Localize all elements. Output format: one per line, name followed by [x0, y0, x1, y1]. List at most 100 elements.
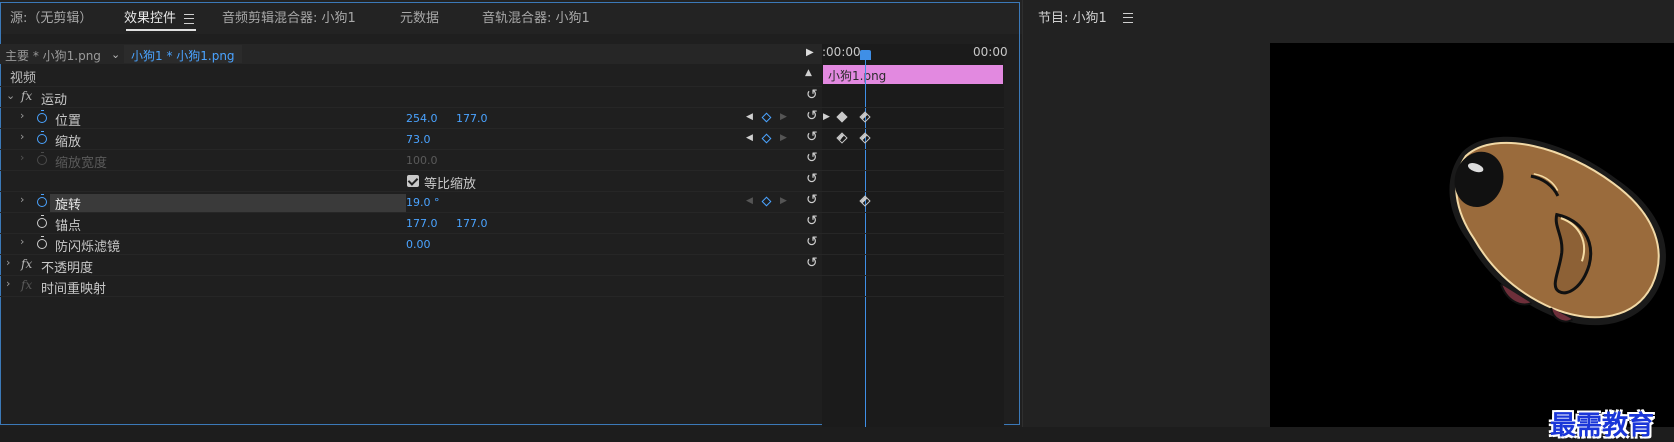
stopwatch-icon[interactable]: [37, 215, 47, 228]
keyframe-marker[interactable]: [859, 132, 871, 144]
collapse-up-icon[interactable]: ▲: [805, 68, 812, 78]
chevron-down-icon[interactable]: ⌄: [111, 48, 120, 61]
active-tab-indicator: [126, 29, 196, 31]
timeline-row: [822, 191, 1004, 213]
scale-label: 缩放: [55, 135, 82, 150]
timeline-start-time: :00:00: [822, 45, 861, 59]
property-row-scale-width: › 缩放宽度 100.0 ↺: [0, 149, 822, 171]
timeline-row: [822, 170, 1004, 192]
stopwatch-icon[interactable]: [37, 131, 47, 144]
show-timeline-toggle-icon[interactable]: ▶: [806, 47, 814, 58]
rotation-value[interactable]: 19.0 °: [406, 196, 440, 209]
current-clip-label[interactable]: 小狗1 * 小狗1.png: [131, 47, 235, 64]
property-row-anchor: 锚点 177.0 177.0 ↺: [0, 212, 822, 234]
property-row-scale: › 缩放 73.0 ◀ ▶ ↺: [0, 128, 822, 150]
uniform-scale-checkbox[interactable]: [407, 175, 419, 187]
fx-icon[interactable]: fx: [21, 257, 32, 271]
stopwatch-icon[interactable]: [37, 194, 47, 207]
section-video-label: 视频: [10, 71, 37, 86]
tab-audio-clip-mixer[interactable]: 音频剪辑混合器: 小狗1: [222, 7, 356, 26]
add-keyframe-icon[interactable]: [761, 133, 772, 144]
reset-icon[interactable]: ↺: [806, 213, 818, 229]
fx-icon[interactable]: fx: [21, 89, 32, 103]
prev-keyframe-icon[interactable]: ◀: [746, 133, 753, 143]
keyframe-marker[interactable]: [859, 195, 871, 207]
timeline-row: [822, 149, 1004, 171]
scale-width-label: 缩放宽度: [55, 156, 108, 171]
next-keyframe-icon[interactable]: ▶: [780, 133, 787, 143]
anti-flicker-value[interactable]: 0.00: [406, 238, 431, 251]
scale-value[interactable]: 73.0: [406, 133, 431, 146]
timeline-end-time: 00:00: [973, 45, 1008, 59]
effect-row-time-remap: › fx 时间重映射: [0, 275, 822, 297]
reset-icon[interactable]: ↺: [806, 192, 818, 208]
scale-width-value: 100.0: [406, 154, 438, 167]
prev-keyframe-icon[interactable]: ◀: [746, 112, 753, 122]
position-y-value[interactable]: 177.0: [456, 112, 488, 125]
chevron-right-icon[interactable]: ›: [6, 277, 10, 290]
timeline-row: [822, 275, 1004, 297]
tab-effect-controls[interactable]: 效果控件: [124, 7, 195, 26]
puppy-image: [1449, 136, 1666, 326]
chevron-right-icon[interactable]: ›: [6, 256, 10, 269]
stopwatch-icon[interactable]: [37, 236, 47, 249]
reset-icon[interactable]: ↺: [806, 129, 818, 145]
watermark-text: 最需教育: [1550, 411, 1655, 441]
anti-flicker-label: 防闪烁滤镜: [55, 240, 121, 255]
master-clip-label[interactable]: 主要 * 小狗1.png: [5, 47, 101, 64]
property-row-rotation: › 旋转 19.0 ° ◀ ▶ ↺: [0, 191, 822, 213]
chevron-right-icon[interactable]: ›: [20, 130, 24, 143]
timeline-row: ▶: [822, 107, 1004, 129]
position-label: 位置: [55, 114, 82, 129]
keyframe-marker[interactable]: [836, 132, 848, 144]
program-video-frame[interactable]: [1270, 43, 1674, 427]
timeline-row: [822, 212, 1004, 234]
chevron-right-icon[interactable]: ›: [20, 193, 24, 206]
chevron-right-icon[interactable]: ›: [20, 109, 24, 122]
next-keyframe-icon[interactable]: ▶: [780, 196, 787, 206]
playhead-handle[interactable]: [860, 50, 871, 60]
chevron-down-icon[interactable]: ⌄: [6, 89, 15, 102]
tab-metadata[interactable]: 元数据: [400, 7, 439, 26]
anchor-label: 锚点: [55, 219, 82, 234]
tab-track-mixer[interactable]: 音轨混合器: 小狗1: [482, 7, 590, 26]
next-keyframe-icon[interactable]: ▶: [780, 112, 787, 122]
effect-row-motion: ⌄ fx 运动 ↺: [0, 86, 822, 108]
reset-icon[interactable]: ↺: [806, 255, 818, 271]
timeline-row: [822, 86, 1004, 108]
keyframe-arrow-icon: ▶: [823, 112, 830, 122]
chevron-right-icon: ›: [20, 151, 25, 164]
stopwatch-icon[interactable]: [37, 110, 47, 123]
add-keyframe-icon[interactable]: [761, 112, 772, 123]
property-row-anti-flicker: › 防闪烁滤镜 0.00 ↺: [0, 233, 822, 255]
reset-icon[interactable]: ↺: [806, 171, 818, 187]
reset-icon[interactable]: ↺: [806, 150, 818, 166]
panel-menu-icon[interactable]: [1123, 12, 1133, 23]
keyframe-marker[interactable]: [859, 111, 871, 123]
reset-icon[interactable]: ↺: [806, 108, 818, 124]
keyframe-marker[interactable]: [836, 111, 848, 123]
timeline-clip-label: 小狗1.png: [828, 69, 887, 83]
uniform-scale-label: 等比缩放: [424, 177, 477, 192]
chevron-right-icon[interactable]: ›: [20, 235, 24, 248]
add-keyframe-icon[interactable]: [761, 196, 772, 207]
stopwatch-icon: [37, 152, 47, 165]
anchor-x-value[interactable]: 177.0: [406, 217, 438, 230]
timeline-row: [822, 254, 1004, 276]
tab-effect-controls-label: 效果控件: [124, 11, 177, 26]
prev-keyframe-icon[interactable]: ◀: [746, 196, 753, 206]
opacity-label: 不透明度: [41, 261, 94, 276]
property-row-position: › 位置 254.0 177.0 ◀ ▶ ↺: [0, 107, 822, 129]
rotation-label: 旋转: [55, 198, 82, 213]
section-video-row: 视频: [0, 65, 822, 87]
tab-source[interactable]: 源:（无剪辑）: [10, 7, 92, 26]
fx-icon: fx: [21, 278, 33, 292]
motion-label: 运动: [41, 93, 68, 108]
reset-icon[interactable]: ↺: [806, 87, 818, 103]
panel-menu-icon[interactable]: [184, 13, 195, 24]
reset-icon[interactable]: ↺: [806, 234, 818, 250]
timeline-row: [822, 128, 1004, 150]
position-x-value[interactable]: 254.0: [406, 112, 438, 125]
anchor-y-value[interactable]: 177.0: [456, 217, 488, 230]
program-monitor-title[interactable]: 节目: 小狗1: [1038, 7, 1107, 26]
